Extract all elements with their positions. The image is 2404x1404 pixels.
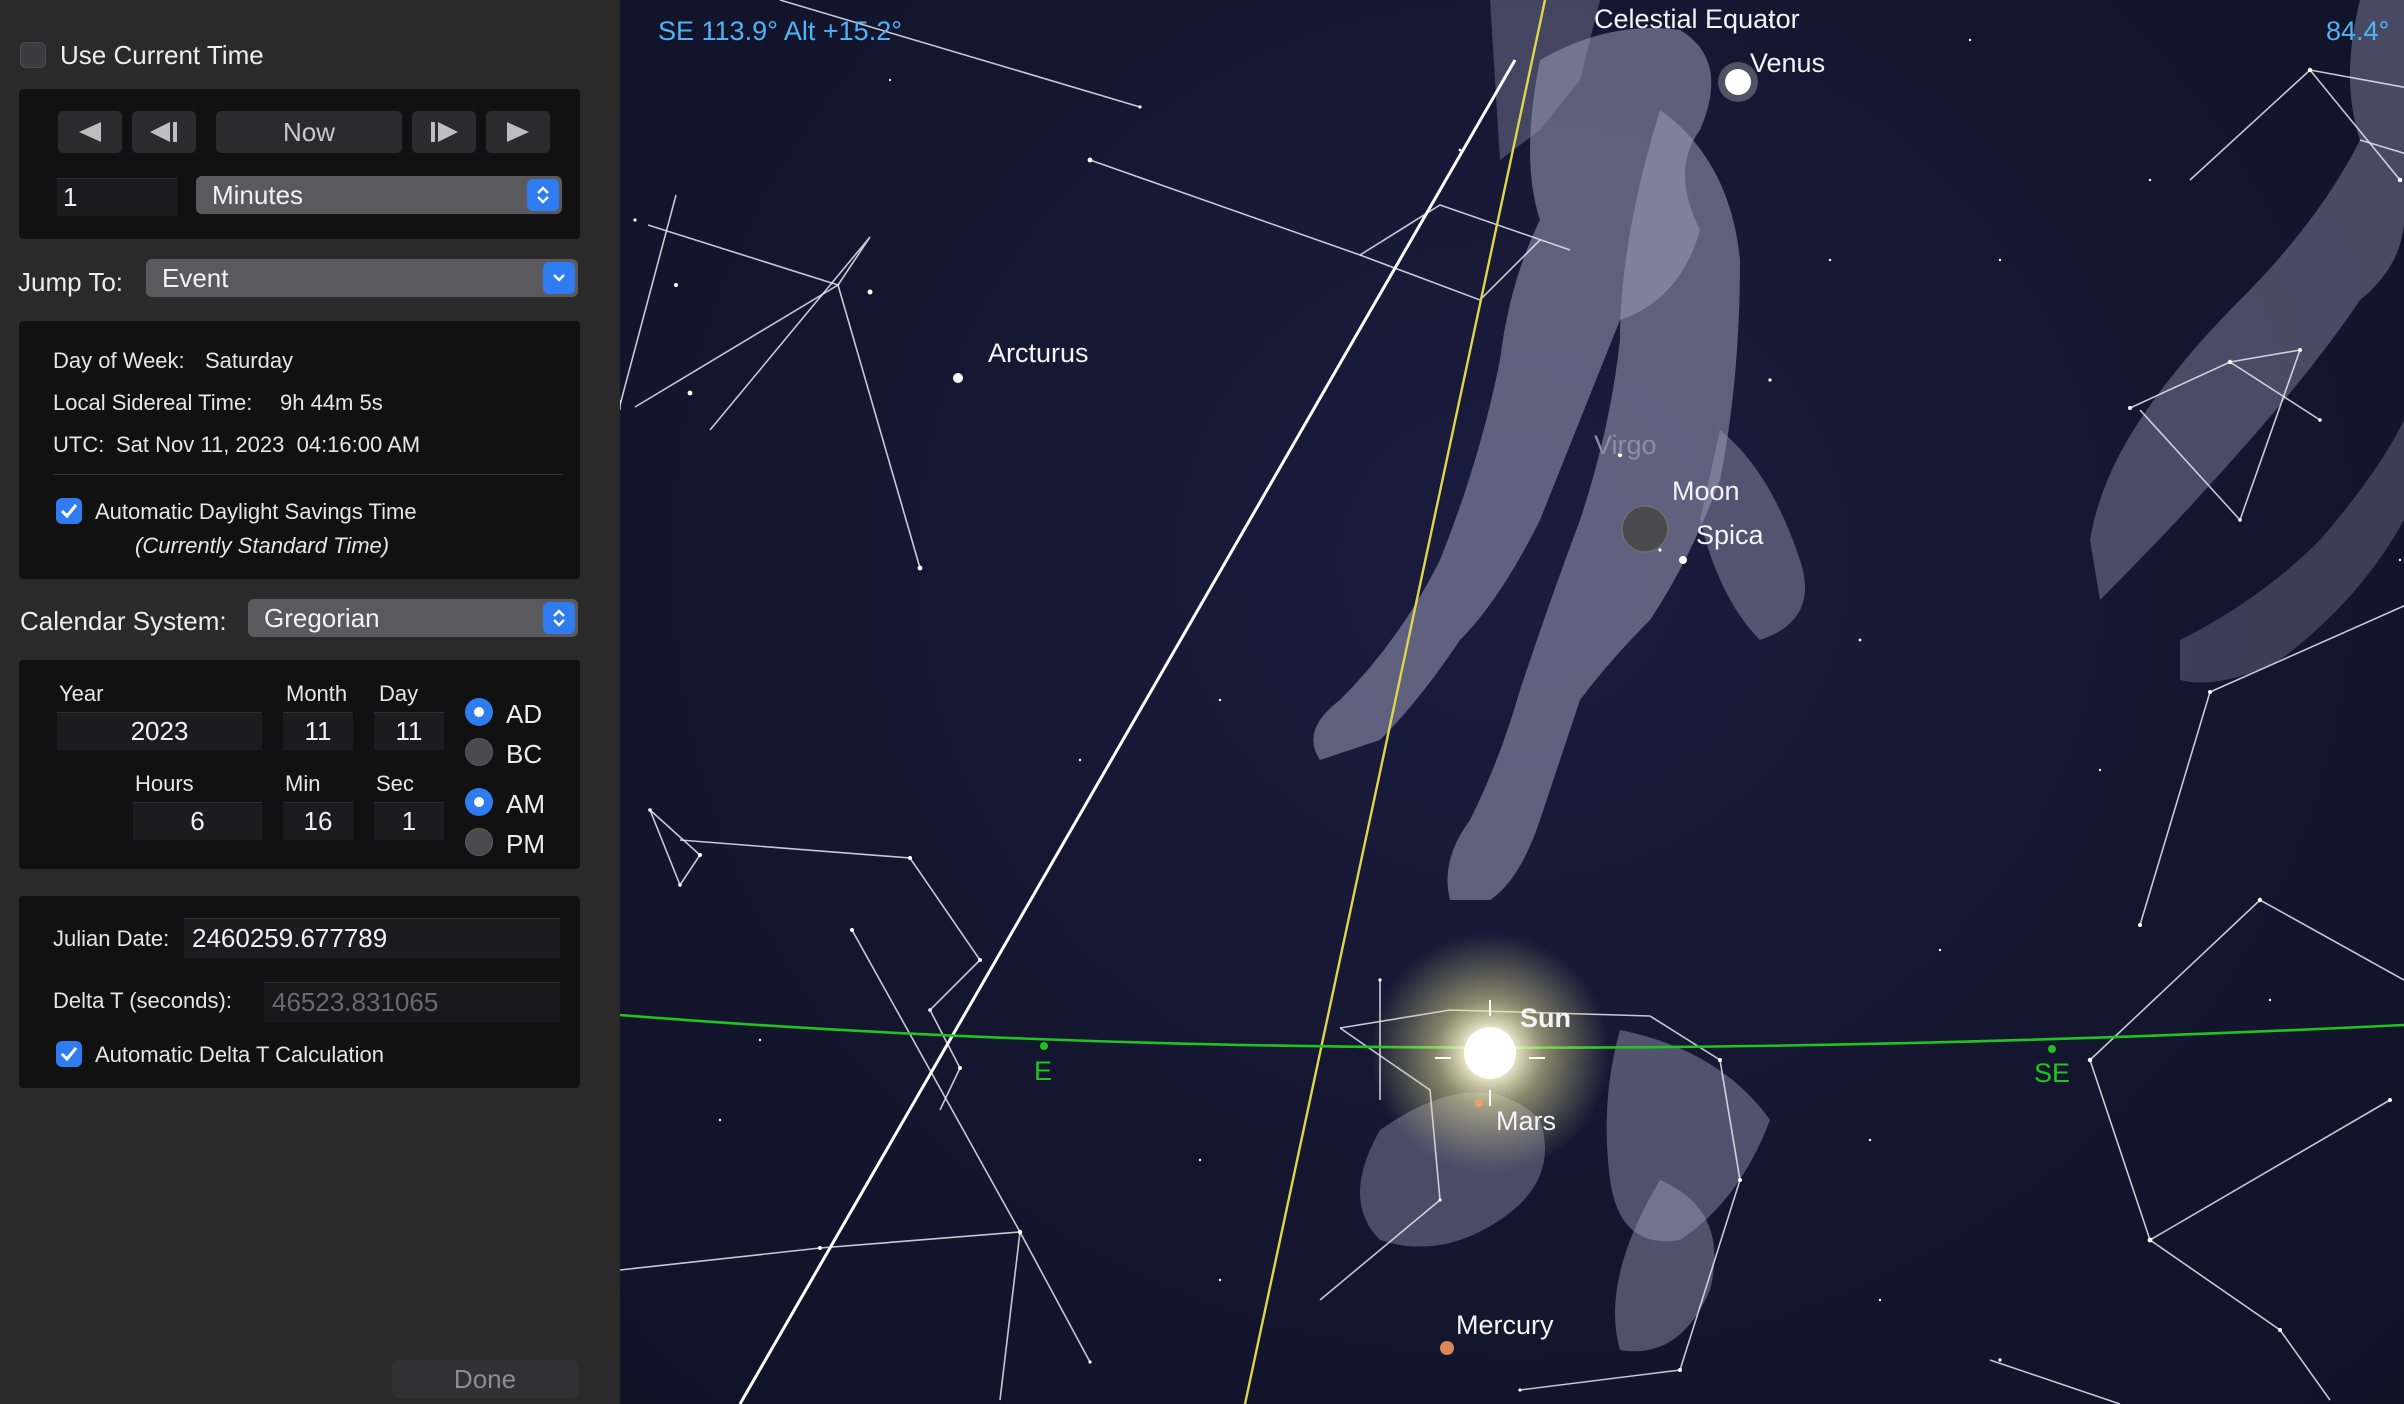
moon-label[interactable]: Moon <box>1672 476 1740 507</box>
time-step-box: Now 1 Minutes <box>19 89 580 239</box>
celestial-equator-label: Celestial Equator <box>1594 4 1800 34</box>
auto-delta-t-label: Automatic Delta T Calculation <box>95 1042 384 1067</box>
up-down-chevron-icon <box>543 602 575 634</box>
min-label: Min <box>285 771 321 796</box>
utc-value: Sat Nov 11, 2023 04:16:00 AM <box>116 432 421 457</box>
step-back-button[interactable] <box>132 111 196 153</box>
time-flow-panel: Use Current Time Now 1 Minutes Jump To: … <box>0 0 620 1404</box>
virgo-label: Virgo <box>1594 430 1657 460</box>
hours-input[interactable]: 6 <box>133 802 262 840</box>
bc-label: BC <box>506 739 543 769</box>
step-forward-fast-button[interactable] <box>486 111 550 153</box>
utc-label: UTC: <box>53 432 105 457</box>
step-forward-button[interactable] <box>412 111 476 153</box>
play-backward-icon <box>79 122 101 142</box>
year-input[interactable]: 2023 <box>57 712 262 750</box>
southeast-label: SE <box>2034 1058 2071 1088</box>
dst-label: Automatic Daylight Savings Time <box>95 499 417 524</box>
spica-label[interactable]: Spica <box>1696 520 1764 551</box>
hours-label: Hours <box>135 771 194 796</box>
checkmark-icon <box>60 504 78 519</box>
use-current-time-label: Use Current Time <box>60 40 264 70</box>
day-input[interactable]: 11 <box>374 712 444 750</box>
pm-label: PM <box>506 829 545 859</box>
julian-date-box: Julian Date: 2460259.677789 Delta T (sec… <box>19 896 580 1088</box>
dst-note: (Currently Standard Time) <box>135 533 390 558</box>
venus-label[interactable]: Venus <box>1750 48 1825 79</box>
bc-radio[interactable] <box>465 738 493 766</box>
done-button[interactable]: Done <box>392 1360 578 1398</box>
moon-marker[interactable] <box>1621 505 1669 553</box>
time-info-box: Day of Week: Saturday Local Sidereal Tim… <box>19 321 580 579</box>
sidereal-time-value: 9h 44m 5s <box>280 390 383 415</box>
spica-marker[interactable] <box>1679 556 1687 564</box>
mars-marker[interactable] <box>1475 1099 1483 1107</box>
date-time-box: Year Month Day 2023 11 11 Hours Min Sec … <box>19 660 580 869</box>
southeast-marker <box>2048 1045 2056 1053</box>
app-window: Use Current Time Now 1 Minutes Jump To: … <box>0 0 2404 1404</box>
am-label: AM <box>506 789 545 819</box>
step-amount-input[interactable]: 1 <box>57 178 177 216</box>
calendar-system-select[interactable]: Gregorian <box>248 599 578 637</box>
play-forward-icon <box>507 122 529 142</box>
use-current-time-checkbox[interactable] <box>20 42 46 68</box>
sky-view[interactable]: SE 113.9° Alt +15.2° 84.4° Celestial Equ… <box>620 0 2404 1404</box>
mercury-marker[interactable] <box>1440 1341 1454 1355</box>
julian-date-label: Julian Date: <box>53 926 170 951</box>
delta-t-label: Delta T (seconds): <box>53 988 232 1013</box>
year-label: Year <box>59 681 104 706</box>
checkmark-icon <box>60 1047 78 1062</box>
day-of-week-label: Day of Week: <box>53 348 185 373</box>
dst-checkbox[interactable] <box>56 498 82 524</box>
step-forward-icon <box>431 122 458 142</box>
minutes-input[interactable]: 16 <box>283 802 353 840</box>
orientation-readout: SE 113.9° Alt +15.2° <box>658 16 903 46</box>
sun-disc[interactable] <box>1464 1027 1516 1079</box>
east-marker <box>1040 1042 1048 1050</box>
arcturus-marker[interactable] <box>953 373 963 383</box>
ad-radio[interactable] <box>465 698 493 726</box>
now-button[interactable]: Now <box>216 111 402 153</box>
step-unit-value: Minutes <box>212 179 304 210</box>
up-down-chevron-icon <box>527 179 559 211</box>
east-label: E <box>1034 1056 1053 1086</box>
field-of-view-readout: 84.4° <box>2326 16 2390 46</box>
month-input[interactable]: 11 <box>283 712 353 750</box>
step-unit-select[interactable]: Minutes <box>196 176 562 214</box>
seconds-input[interactable]: 1 <box>374 802 444 840</box>
mercury-label[interactable]: Mercury <box>1456 1310 1554 1341</box>
auto-delta-t-checkbox[interactable] <box>56 1041 82 1067</box>
jump-to-select[interactable]: Event <box>146 259 578 297</box>
jump-to-value: Event <box>162 262 229 293</box>
sun-label[interactable]: Sun <box>1520 1003 1571 1034</box>
arcturus-label[interactable]: Arcturus <box>988 338 1089 369</box>
mars-label[interactable]: Mars <box>1496 1106 1556 1137</box>
info-divider <box>53 474 563 475</box>
step-backward-icon <box>150 122 177 142</box>
pm-radio[interactable] <box>465 828 493 856</box>
chevron-down-icon <box>543 262 575 294</box>
sky-chart-svg <box>620 0 2404 1404</box>
calendar-system-label: Calendar System: <box>20 606 227 636</box>
day-label: Day <box>379 681 419 706</box>
calendar-system-value: Gregorian <box>264 602 380 633</box>
sidereal-time-label: Local Sidereal Time: <box>53 390 253 415</box>
day-of-week-value: Saturday <box>205 348 294 373</box>
month-label: Month <box>286 681 348 706</box>
ad-label: AD <box>506 699 543 729</box>
delta-t-input: 46523.831065 <box>264 982 560 1022</box>
julian-date-input[interactable]: 2460259.677789 <box>184 918 560 958</box>
jump-to-label: Jump To: <box>18 267 124 297</box>
step-back-fast-button[interactable] <box>58 111 122 153</box>
am-radio[interactable] <box>465 788 493 816</box>
sec-label: Sec <box>376 771 414 796</box>
